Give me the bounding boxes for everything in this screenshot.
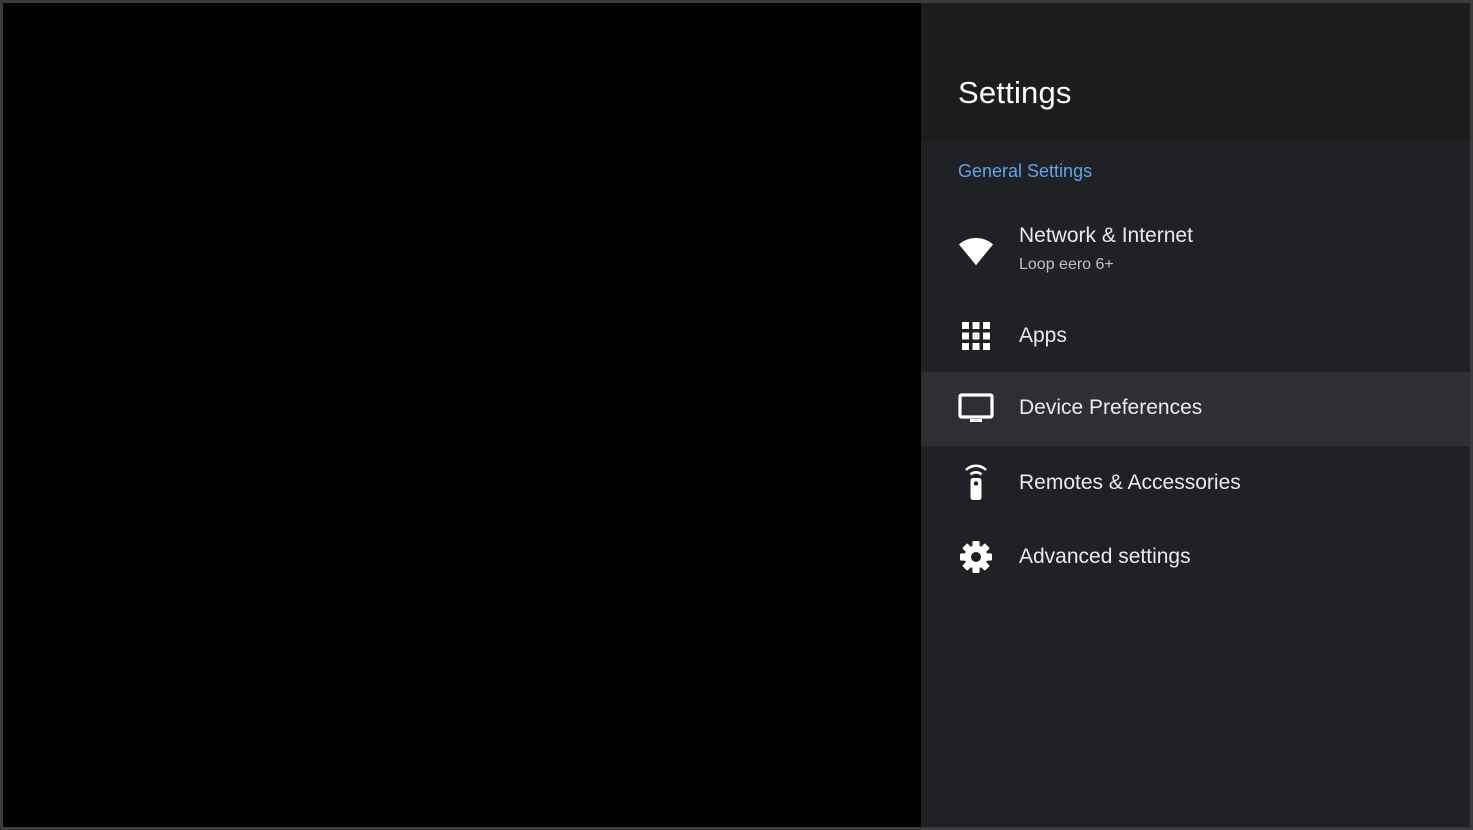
- menu-item-advanced-settings[interactable]: Advanced settings: [921, 520, 1470, 594]
- gear-icon: [958, 539, 994, 575]
- settings-panel-header: Settings: [921, 3, 1470, 141]
- menu-item-remotes-accessories[interactable]: Remotes & Accessories: [921, 446, 1470, 520]
- menu-item-apps[interactable]: Apps: [921, 303, 1470, 371]
- tv-screen: Settings General Settings Network & Inte…: [0, 0, 1473, 830]
- settings-panel: Settings General Settings Network & Inte…: [921, 3, 1470, 827]
- background-content-area: [3, 3, 921, 827]
- apps-grid-icon: [958, 318, 994, 354]
- remote-icon: [958, 463, 994, 500]
- section-header-general: General Settings: [958, 161, 1093, 181]
- menu-item-label: Apps: [1019, 324, 1067, 347]
- menu-item-label: Network & Internet: [1019, 224, 1193, 247]
- menu-item-device-preferences[interactable]: Device Preferences: [921, 372, 1470, 446]
- menu-item-sublabel: Loop eero 6+: [1019, 256, 1114, 273]
- menu-item-label: Remotes & Accessories: [1019, 471, 1241, 494]
- page-title: Settings: [958, 75, 1072, 110]
- menu-item-network-internet[interactable]: Network & Internet Loop eero 6+: [921, 203, 1470, 303]
- tv-icon: [958, 391, 994, 427]
- wifi-icon: [958, 233, 994, 269]
- menu-item-label: Advanced settings: [1019, 545, 1191, 568]
- menu-item-label: Device Preferences: [1019, 396, 1203, 419]
